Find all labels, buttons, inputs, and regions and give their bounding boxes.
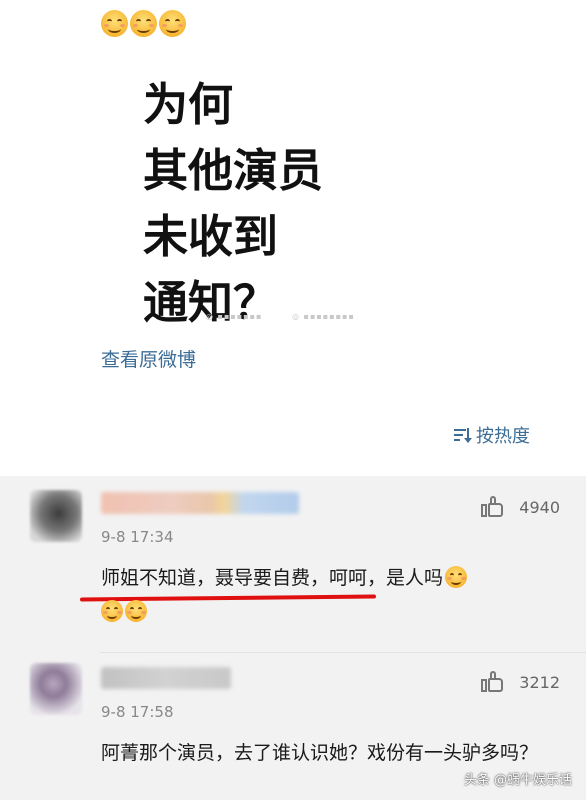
comment-time: 9-8 17:58 [101, 703, 174, 721]
image-watermark: ◎ ▪▪▪▪▪▪▪▪ [292, 312, 355, 321]
comment-time: 9-8 17:34 [101, 528, 174, 546]
smiling-face-icon [101, 10, 128, 37]
comment-item: 9-8 17:34 4940 师姐不知道，聂导要自费，呵呵，是人吗 [0, 476, 586, 652]
smiling-face-icon [130, 10, 157, 37]
smiling-face-icon [159, 10, 186, 37]
like-count: 3212 [519, 672, 560, 692]
post-content: 为何 其他演员 未收到 通知？ ◎ ▪▪▪▪▪▪▪ ◎ ▪▪▪▪▪▪▪▪ 查看原… [0, 0, 586, 476]
sort-by-popularity-button[interactable]: 按热度 [454, 422, 530, 448]
smiling-face-icon [445, 566, 468, 588]
avatar[interactable] [30, 663, 82, 715]
comment-text: 师姐不知道，聂导要自费，呵呵，是人吗 [101, 560, 468, 596]
thumbs-up-icon [481, 496, 505, 518]
like-button[interactable]: 4940 [481, 496, 560, 518]
headline-line: 其他演员 [143, 144, 324, 197]
username-blurred[interactable] [101, 667, 231, 689]
post-headline-image: 为何 其他演员 未收到 通知？ [143, 72, 323, 336]
smiling-face-icon [125, 600, 147, 622]
emoji-row [101, 600, 147, 622]
like-button[interactable]: 3212 [481, 671, 560, 693]
avatar[interactable] [30, 490, 82, 542]
source-watermark: 头条 @蜗牛娱乐话 [463, 773, 572, 788]
smiling-face-icon [101, 600, 123, 622]
username-blurred[interactable] [101, 492, 299, 514]
comment-text-content: 师姐不知道，聂导要自费，呵呵，是人吗 [101, 567, 444, 589]
headline-line: 为何 [143, 78, 234, 131]
comment-text: 阿菁那个演员，去了谁认识她？戏份有一头驴多吗？ [101, 742, 539, 764]
headline-line: 通知？ [143, 276, 279, 329]
view-original-link[interactable]: 查看原微博 [101, 345, 196, 372]
image-watermark: ◎ ▪▪▪▪▪▪▪ [206, 312, 263, 321]
headline-line: 未收到 [143, 210, 279, 263]
like-count: 4940 [519, 497, 560, 517]
sort-descending-icon [454, 426, 472, 444]
comment-list: 9-8 17:34 4940 师姐不知道，聂导要自费，呵呵，是人吗 9-8 17… [0, 476, 586, 800]
emoji-row [101, 10, 186, 37]
sort-label: 按热度 [476, 426, 530, 447]
thumbs-up-icon [481, 671, 505, 693]
